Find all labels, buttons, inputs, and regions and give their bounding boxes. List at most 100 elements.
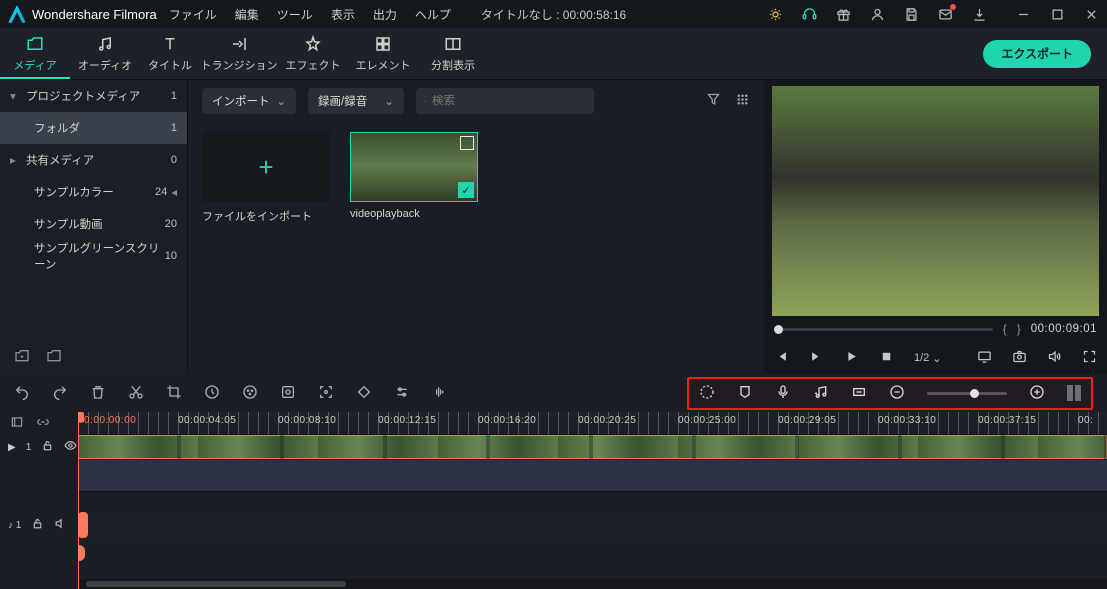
step-fwd-icon[interactable] xyxy=(809,349,824,367)
render-icon[interactable] xyxy=(699,384,715,403)
zoom-out-icon[interactable] xyxy=(889,384,905,403)
stop-icon[interactable] xyxy=(879,349,894,367)
zoom-slider-knob[interactable] xyxy=(970,389,979,398)
play-icon[interactable] xyxy=(844,349,859,367)
account-icon[interactable] xyxy=(869,6,885,22)
voiceover-icon[interactable] xyxy=(775,384,791,403)
timeline-ruler[interactable]: 00:00:00:00 00:00:04:05 00:00:08:10 00:0… xyxy=(78,412,1107,434)
import-dropdown[interactable]: インポート⌄ xyxy=(202,88,296,114)
preview-scrub-slider[interactable] xyxy=(774,328,993,331)
sidebar-folder[interactable]: フォルダ1 xyxy=(0,112,187,144)
export-button[interactable]: エクスポート xyxy=(983,40,1091,68)
playback-speed[interactable]: 1/2⌄ xyxy=(914,352,942,365)
tab-elements[interactable]: エレメント xyxy=(348,28,418,79)
redo-icon[interactable] xyxy=(52,384,68,403)
timeline-scrollbar[interactable] xyxy=(78,579,1107,589)
menu-edit[interactable]: 編集 xyxy=(235,6,259,23)
menu-tools[interactable]: ツール xyxy=(277,6,313,23)
step-back-icon[interactable] xyxy=(774,349,789,367)
fullscreen-icon[interactable] xyxy=(1082,349,1097,367)
playhead[interactable] xyxy=(78,412,79,589)
track-height-icon[interactable] xyxy=(1067,385,1081,401)
zoom-slider[interactable] xyxy=(927,392,1007,395)
minimize-button[interactable] xyxy=(1015,6,1031,22)
video-track-header[interactable]: ▶ 1 xyxy=(0,434,78,460)
zoom-in-icon[interactable] xyxy=(1029,384,1045,403)
folder-icon[interactable] xyxy=(46,348,62,367)
clip-card[interactable]: ✓ videoplayback xyxy=(350,132,478,220)
preview-viewport[interactable] xyxy=(772,86,1099,316)
undo-icon[interactable] xyxy=(14,384,30,403)
gift-icon[interactable] xyxy=(835,6,851,22)
speed-icon[interactable] xyxy=(204,384,220,403)
tab-transitions[interactable]: トランジション xyxy=(200,28,278,79)
sidebar-sample-color[interactable]: サンプルカラー24◂ xyxy=(0,176,187,208)
mark-out-brace[interactable]: } xyxy=(1017,322,1021,336)
marker-shield-icon[interactable] xyxy=(737,384,753,403)
menu-export[interactable]: 出力 xyxy=(373,6,397,23)
scrub-knob[interactable] xyxy=(774,325,783,334)
timeline-tracks[interactable]: 00:00:00:00 00:00:04:05 00:00:08:10 00:0… xyxy=(78,412,1107,589)
greenscreen-icon[interactable] xyxy=(280,384,296,403)
music-track[interactable] xyxy=(78,512,1107,538)
sidebar-project-media[interactable]: ▾プロジェクトメディア1 xyxy=(0,80,187,112)
menu-help[interactable]: ヘルプ xyxy=(415,6,451,23)
import-thumb[interactable]: + xyxy=(202,132,330,202)
zoom-fit-icon[interactable] xyxy=(851,384,867,403)
filter-icon[interactable] xyxy=(706,92,721,110)
mark-in-brace[interactable]: { xyxy=(1003,322,1007,336)
audio-mixer-icon[interactable] xyxy=(813,384,829,403)
maximize-button[interactable] xyxy=(1049,6,1065,22)
cut-icon[interactable] xyxy=(128,384,144,403)
timeline-scroll-thumb[interactable] xyxy=(86,581,346,587)
tab-splitscreen[interactable]: 分割表示 xyxy=(418,28,488,79)
support-icon[interactable] xyxy=(801,6,817,22)
tab-splitscreen-label: 分割表示 xyxy=(431,57,475,73)
clip-thumb[interactable]: ✓ xyxy=(350,132,478,202)
marker-handle[interactable] xyxy=(78,545,85,561)
close-button[interactable] xyxy=(1083,6,1099,22)
sidebar-sample-video[interactable]: サンプル動画20 xyxy=(0,208,187,240)
download-icon[interactable] xyxy=(971,6,987,22)
sidebar-sample-greenscreen[interactable]: サンプルグリーンスクリーン10 xyxy=(0,240,187,272)
video-track-clip[interactable] xyxy=(78,434,1107,460)
new-folder-icon[interactable] xyxy=(14,348,30,367)
display-icon[interactable] xyxy=(977,349,992,367)
message-icon[interactable] xyxy=(937,6,953,22)
ruler-tc: 00:00:37:15 xyxy=(978,415,1036,426)
grid-view-icon[interactable] xyxy=(735,92,750,110)
import-card[interactable]: + ファイルをインポート xyxy=(202,132,330,224)
record-dropdown[interactable]: 録画/録音⌄ xyxy=(308,88,404,114)
menu-file[interactable]: ファイル xyxy=(169,6,217,23)
mute-icon[interactable] xyxy=(54,517,67,533)
crop-icon[interactable] xyxy=(166,384,182,403)
waveform-icon[interactable] xyxy=(432,384,448,403)
keyframe-icon[interactable] xyxy=(356,384,372,403)
search-box[interactable] xyxy=(416,88,594,114)
snapshot-icon[interactable] xyxy=(1012,349,1027,367)
adjust-icon[interactable] xyxy=(394,384,410,403)
tab-effects[interactable]: エフェクト xyxy=(278,28,348,79)
track-manage-icon[interactable] xyxy=(10,415,24,432)
volume-icon[interactable] xyxy=(1047,349,1062,367)
clip-expand-icon[interactable] xyxy=(460,136,474,150)
tab-titles[interactable]: タイトル xyxy=(140,28,200,79)
lock-icon[interactable] xyxy=(31,517,44,533)
menu-view[interactable]: 表示 xyxy=(331,6,355,23)
music-track-marker[interactable] xyxy=(78,512,88,538)
tab-media[interactable]: メディア xyxy=(0,28,70,79)
lock-icon[interactable] xyxy=(41,439,54,455)
audio-track-header[interactable]: ♪ 1 xyxy=(0,512,78,538)
search-input[interactable] xyxy=(432,95,586,107)
audio-track-clip[interactable] xyxy=(78,460,1107,492)
color-icon[interactable] xyxy=(242,384,258,403)
detect-icon[interactable] xyxy=(318,384,334,403)
delete-icon[interactable] xyxy=(90,384,106,403)
save-icon[interactable] xyxy=(903,6,919,22)
tab-audio[interactable]: オーディオ xyxy=(70,28,140,79)
sidebar-shared-media[interactable]: ▸共有メディア0 xyxy=(0,144,187,176)
tips-icon[interactable] xyxy=(767,6,783,22)
visibility-icon[interactable] xyxy=(64,439,77,455)
search-icon xyxy=(424,95,426,108)
link-icon[interactable] xyxy=(36,415,50,432)
